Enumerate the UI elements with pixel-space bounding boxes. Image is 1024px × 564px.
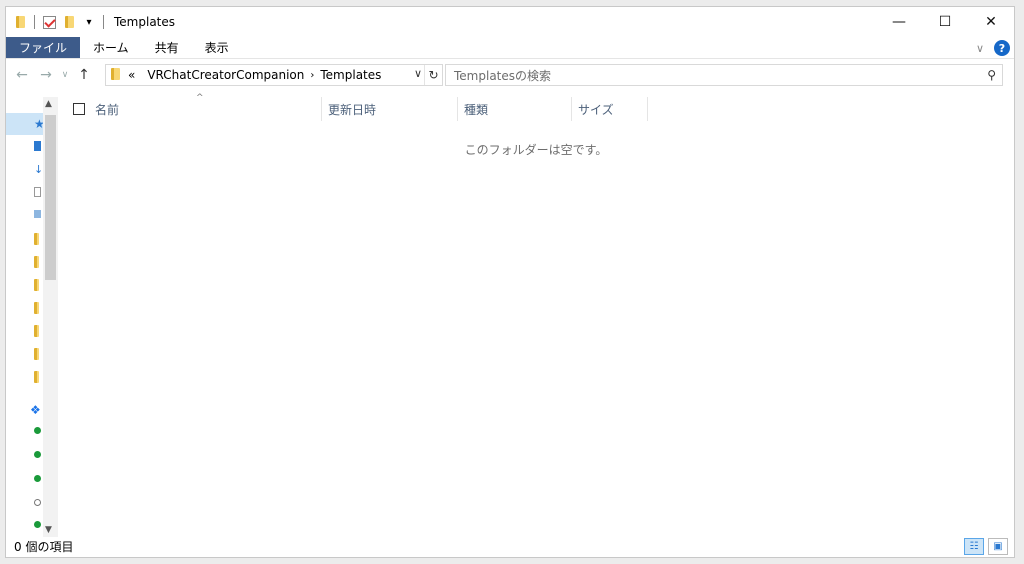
- documents-icon[interactable]: [34, 187, 41, 197]
- empty-folder-message: このフォルダーは空です。: [464, 143, 608, 157]
- window-title: Templates: [114, 15, 176, 29]
- forward-arrow-icon[interactable]: →: [34, 63, 58, 87]
- folder-icon: [111, 67, 120, 83]
- column-type-label: 種類: [464, 102, 489, 117]
- large-icons-view-button[interactable]: ▣: [988, 538, 1008, 555]
- details-view-icon: ☷: [969, 541, 979, 552]
- customize-toolbar-icon[interactable]: ▾: [81, 14, 97, 30]
- details-view-button[interactable]: ☷: [964, 538, 984, 555]
- scroll-down-icon[interactable]: ▼: [45, 525, 52, 535]
- folder-icon[interactable]: [34, 348, 39, 360]
- folder-icon[interactable]: [34, 302, 39, 314]
- navigation-pane: ★ ↓ ❖ ▲ ▼: [6, 97, 58, 537]
- breadcrumb-overflow[interactable]: «: [128, 68, 135, 82]
- address-dropdown-icon[interactable]: ∨: [414, 67, 422, 80]
- folder-icon[interactable]: [34, 279, 39, 291]
- select-all-checkbox[interactable]: [73, 103, 85, 115]
- divider: [34, 15, 35, 29]
- title-bar: ▾ Templates — ☐ ✕: [6, 7, 1014, 37]
- properties-icon[interactable]: [41, 14, 57, 30]
- dropbox-icon[interactable]: ❖: [30, 403, 41, 417]
- status-bar: 0 個の項目 ☷ ▣: [6, 535, 1014, 557]
- column-name-label: 名前: [95, 102, 120, 117]
- folder-icon[interactable]: [34, 325, 39, 337]
- sort-ascending-icon: ^: [196, 93, 204, 103]
- nav-scrollbar[interactable]: ▲ ▼: [43, 97, 58, 537]
- scrollbar-thumb[interactable]: [45, 115, 56, 280]
- large-icons-view-icon: ▣: [993, 541, 1003, 552]
- navigation-bar: ← → ∨ ↑ « VRChatCreatorCompanion › Templ…: [6, 60, 1014, 90]
- synced-folder-icon[interactable]: [34, 451, 41, 458]
- column-type[interactable]: 種類: [458, 97, 572, 121]
- divider: [103, 15, 104, 29]
- minimize-button[interactable]: —: [876, 7, 922, 37]
- column-size-label: サイズ: [578, 102, 614, 117]
- breadcrumb-templates[interactable]: Templates: [320, 68, 381, 82]
- synced-folder-icon[interactable]: [34, 427, 41, 434]
- folder-icon[interactable]: [34, 233, 39, 245]
- tab-share[interactable]: 共有: [142, 37, 192, 58]
- quick-access-toolbar: ▾ Templates: [12, 7, 175, 37]
- file-list-pane[interactable]: ^ 名前 更新日時 種類 サイズ このフォルダーは空です。: [61, 93, 1011, 537]
- scroll-up-icon[interactable]: ▲: [45, 99, 52, 109]
- back-arrow-icon[interactable]: ←: [10, 63, 34, 87]
- folder-icon[interactable]: [34, 371, 39, 383]
- column-name[interactable]: 名前: [93, 97, 322, 121]
- search-placeholder: Templatesの検索: [454, 68, 552, 83]
- column-header-row: ^ 名前 更新日時 種類 サイズ: [61, 93, 1011, 121]
- folder-icon: [12, 14, 28, 30]
- recent-locations-icon[interactable]: ∨: [58, 63, 72, 87]
- pictures-icon[interactable]: [34, 210, 41, 218]
- column-date-modified[interactable]: 更新日時: [322, 97, 458, 121]
- column-date-label: 更新日時: [328, 102, 377, 117]
- explorer-window: ▾ Templates — ☐ ✕ ファイル ホーム 共有 表示 ∨ ? ← →…: [5, 6, 1015, 558]
- item-count: 0 個の項目: [14, 539, 74, 554]
- tab-home[interactable]: ホーム: [80, 37, 142, 58]
- synced-folder-icon[interactable]: [34, 475, 41, 482]
- column-size[interactable]: サイズ: [572, 97, 648, 121]
- close-button[interactable]: ✕: [968, 7, 1014, 37]
- ribbon-tabs: ファイル ホーム 共有 表示 ∨ ?: [6, 37, 1014, 59]
- tab-view[interactable]: 表示: [192, 37, 242, 58]
- ribbon-expand-icon[interactable]: ∨: [976, 42, 984, 55]
- tab-file[interactable]: ファイル: [6, 37, 81, 58]
- help-icon[interactable]: ?: [994, 40, 1010, 56]
- breadcrumb-separator-icon[interactable]: ›: [310, 70, 314, 81]
- search-input[interactable]: Templatesの検索 ⚲: [445, 64, 1003, 86]
- refresh-icon[interactable]: ↻: [424, 65, 442, 85]
- maximize-button[interactable]: ☐: [922, 7, 968, 37]
- desktop-icon[interactable]: [34, 141, 41, 151]
- up-arrow-icon[interactable]: ↑: [72, 63, 96, 87]
- new-folder-icon[interactable]: [61, 14, 77, 30]
- synced-folder-icon[interactable]: [34, 521, 41, 528]
- breadcrumb-vrchatcreatorcompanion[interactable]: VRChatCreatorCompanion: [147, 68, 304, 82]
- address-bar[interactable]: « VRChatCreatorCompanion › Templates ∨ ↻: [105, 64, 443, 86]
- cloud-folder-icon[interactable]: [34, 499, 41, 506]
- folder-icon[interactable]: [34, 256, 39, 268]
- search-icon[interactable]: ⚲: [987, 68, 996, 82]
